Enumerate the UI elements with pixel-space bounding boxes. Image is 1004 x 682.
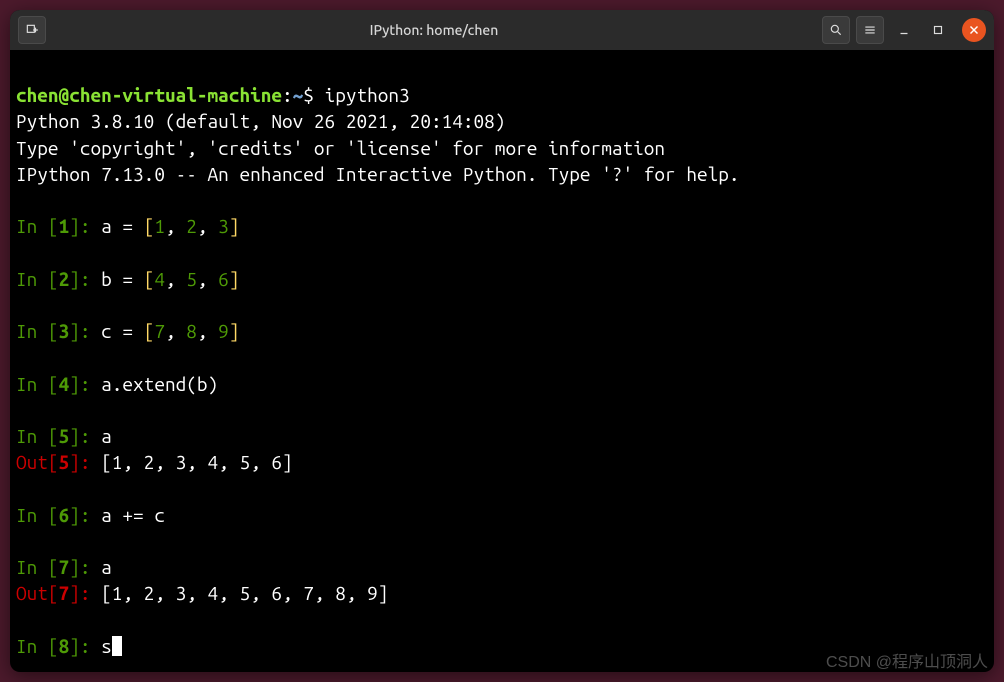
cell-code: b = [101, 268, 144, 290]
list-val: 1 [154, 215, 165, 237]
colon: : [80, 215, 101, 237]
terminal-window: IPython: home/chen chen@chen-virtual-mac… [10, 10, 994, 672]
colon: : [282, 84, 293, 106]
shell-user-host: chen@chen-virtual-machine [16, 84, 282, 106]
cell-code: a = [101, 215, 144, 237]
cell-num: 5 [59, 425, 70, 447]
cell-code: a.extend(b) [101, 373, 218, 395]
cell-code: a [101, 556, 112, 578]
cell-num: 1 [59, 215, 70, 237]
window-title: IPython: home/chen [46, 22, 822, 38]
out-num: 7 [59, 582, 70, 604]
window-titlebar: IPython: home/chen [10, 10, 994, 50]
cell-out: [1, 2, 3, 4, 5, 6, 7, 8, 9] [101, 582, 388, 604]
list-val: 2 [186, 215, 197, 237]
search-button[interactable] [822, 16, 850, 44]
cell-out: [1, 2, 3, 4, 5, 6] [101, 451, 293, 473]
terminal-body[interactable]: chen@chen-virtual-machine:~$ ipython3 Py… [10, 50, 994, 665]
in-label: In [16, 268, 48, 290]
dollar: $ [303, 84, 324, 106]
cell-code: c = [101, 320, 144, 342]
in-label: In [16, 556, 48, 578]
out-label: Out [16, 582, 48, 604]
lbr: [ [48, 215, 59, 237]
rbr: ] [69, 215, 80, 237]
banner-line: Type 'copyright', 'credits' or 'license'… [16, 137, 665, 159]
cell-num: 4 [59, 373, 70, 395]
shell-command: ipython3 [325, 84, 410, 106]
in-label: In [16, 635, 48, 657]
cell-code: a += c [101, 504, 165, 526]
text-cursor [112, 636, 122, 656]
cell-num: 3 [59, 320, 70, 342]
new-tab-button[interactable] [18, 16, 46, 44]
out-num: 5 [59, 451, 70, 473]
list-open: [ [144, 215, 155, 237]
menu-button[interactable] [856, 16, 884, 44]
in-label: In [16, 373, 48, 395]
cell-code: a [101, 425, 112, 447]
in-label: In [16, 425, 48, 447]
in-label: In [16, 504, 48, 526]
out-label: Out [16, 451, 48, 473]
banner-line: IPython 7.13.0 -- An enhanced Interactiv… [16, 163, 740, 185]
close-button[interactable] [962, 18, 986, 42]
shell-cwd: ~ [293, 84, 304, 106]
cell-num: 2 [59, 268, 70, 290]
cell-code: s [101, 635, 112, 657]
maximize-button[interactable] [924, 16, 952, 44]
cell-num: 6 [59, 504, 70, 526]
list-close: ] [229, 215, 240, 237]
minimize-button[interactable] [890, 16, 918, 44]
cell-num: 7 [59, 556, 70, 578]
in-label: In [16, 215, 48, 237]
cell-num: 8 [59, 635, 70, 657]
list-val: 3 [218, 215, 229, 237]
banner-line: Python 3.8.10 (default, Nov 26 2021, 20:… [16, 110, 505, 132]
in-label: In [16, 320, 48, 342]
